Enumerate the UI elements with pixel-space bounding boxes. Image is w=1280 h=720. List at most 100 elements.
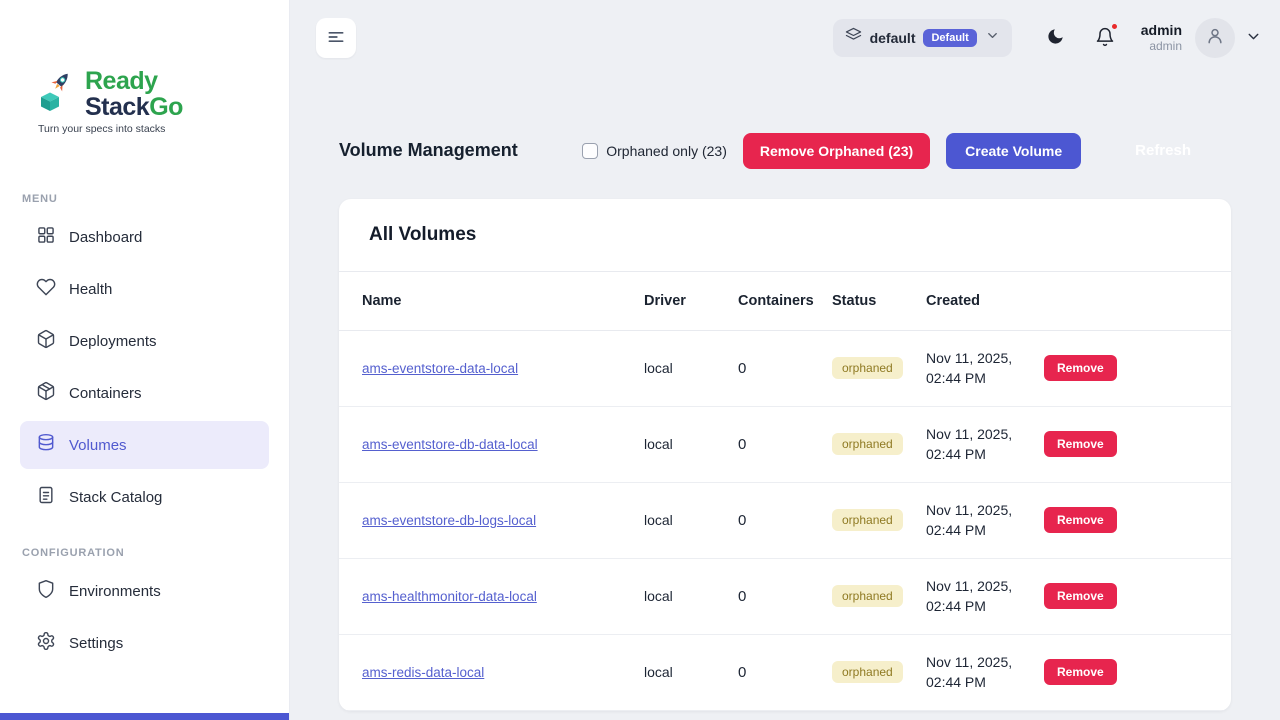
remove-button[interactable]: Remove — [1044, 507, 1117, 533]
remove-button[interactable]: Remove — [1044, 431, 1117, 457]
created-cell: Nov 11, 2025, 02:44 PM — [926, 482, 1044, 558]
menu-section-label: MENU — [0, 193, 289, 205]
driver-cell: local — [644, 634, 738, 710]
main-area: default Default — [290, 0, 1280, 720]
page-title: Volume Management — [339, 140, 518, 161]
sidebar-menu: Dashboard Health Deployments Containers … — [0, 213, 289, 521]
created-time: 02:44 PM — [926, 368, 1044, 388]
volumes-table: Name Driver Containers Status Created am… — [339, 272, 1231, 711]
avatar[interactable] — [1195, 18, 1235, 58]
volume-name-link[interactable]: ams-eventstore-db-data-local — [362, 437, 538, 452]
shield-icon — [36, 579, 56, 603]
volume-name-link[interactable]: ams-eventstore-db-logs-local — [362, 513, 536, 528]
orphaned-only-checkbox[interactable] — [582, 143, 598, 159]
sidebar-item-stack-catalog[interactable]: Stack Catalog — [20, 473, 269, 521]
page-content: Volume Management Orphaned only (23) Rem… — [290, 76, 1280, 720]
orphaned-only-text: Orphaned only (23) — [606, 143, 727, 159]
remove-button[interactable]: Remove — [1044, 659, 1117, 685]
containers-cell: 0 — [738, 482, 832, 558]
sidebar-item-volumes[interactable]: Volumes — [20, 421, 269, 469]
catalog-icon — [36, 485, 56, 509]
driver-cell: local — [644, 406, 738, 482]
remove-orphaned-button[interactable]: Remove Orphaned (23) — [743, 133, 930, 169]
created-date: Nov 11, 2025, — [926, 500, 1044, 520]
remove-button[interactable]: Remove — [1044, 583, 1117, 609]
table-row: ams-eventstore-db-logs-local local 0 orp… — [339, 482, 1231, 558]
sidebar-item-label: Environments — [69, 583, 161, 600]
created-time: 02:44 PM — [926, 520, 1044, 540]
sidebar-item-health[interactable]: Health — [20, 265, 269, 313]
sidebar-item-label: Volumes — [69, 437, 127, 454]
created-cell: Nov 11, 2025, 02:44 PM — [926, 558, 1044, 634]
volume-name-link[interactable]: ams-redis-data-local — [362, 665, 484, 680]
orphaned-only-checkbox-label: Orphaned only (23) — [582, 143, 727, 159]
column-header-name: Name — [339, 272, 644, 330]
sidebar-item-label: Dashboard — [69, 229, 142, 246]
chevron-down-icon — [985, 28, 1000, 48]
user-name: admin — [1141, 21, 1182, 39]
created-date: Nov 11, 2025, — [926, 652, 1044, 672]
containers-cell: 0 — [738, 634, 832, 710]
sidebar-item-deployments[interactable]: Deployments — [20, 317, 269, 365]
status-badge: orphaned — [832, 585, 903, 607]
status-badge: orphaned — [832, 357, 903, 379]
containers-cell: 0 — [738, 558, 832, 634]
refresh-button[interactable]: Refresh — [1131, 132, 1195, 169]
user-menu-chevron[interactable] — [1245, 28, 1262, 48]
volume-name-link[interactable]: ams-eventstore-data-local — [362, 361, 518, 376]
table-row: ams-redis-data-local local 0 orphaned No… — [339, 634, 1231, 710]
brand-name-stack: Stack — [85, 93, 149, 121]
sidebar-item-label: Stack Catalog — [69, 489, 162, 506]
created-date: Nov 11, 2025, — [926, 424, 1044, 444]
dark-mode-toggle[interactable] — [1046, 27, 1065, 49]
notification-dot — [1110, 22, 1119, 31]
moon-icon — [1046, 27, 1065, 49]
sidebar-item-dashboard[interactable]: Dashboard — [20, 213, 269, 261]
sidebar: Ready StackGo Turn your specs into stack… — [0, 0, 290, 720]
sidebar-item-label: Deployments — [69, 333, 157, 350]
created-time: 02:44 PM — [926, 444, 1044, 464]
gear-icon — [36, 631, 56, 655]
sidebar-item-settings[interactable]: Settings — [20, 619, 269, 667]
box-icon — [36, 381, 56, 405]
sidebar-item-label: Health — [69, 281, 112, 298]
remove-button[interactable]: Remove — [1044, 355, 1117, 381]
page-header: Volume Management Orphaned only (23) Rem… — [339, 132, 1231, 169]
heart-icon — [36, 277, 56, 301]
app-root: Ready StackGo Turn your specs into stack… — [0, 0, 1280, 720]
volumes-table-body: ams-eventstore-data-local local 0 orphan… — [339, 330, 1231, 710]
create-volume-button[interactable]: Create Volume — [946, 133, 1081, 169]
header-controls: Orphaned only (23) Remove Orphaned (23) … — [582, 132, 1231, 169]
created-cell: Nov 11, 2025, 02:44 PM — [926, 634, 1044, 710]
environment-selector[interactable]: default Default — [833, 19, 1012, 57]
driver-cell: local — [644, 558, 738, 634]
sidebar-footer-bar — [0, 713, 289, 720]
environment-name: default — [870, 30, 916, 46]
layers-icon — [845, 27, 862, 49]
brand-logo: Ready StackGo — [0, 68, 289, 120]
brand-name: Ready StackGo — [85, 68, 183, 120]
column-header-status: Status — [832, 272, 926, 330]
table-row: ams-eventstore-db-data-local local 0 orp… — [339, 406, 1231, 482]
sidebar-item-containers[interactable]: Containers — [20, 369, 269, 417]
created-time: 02:44 PM — [926, 672, 1044, 692]
driver-cell: local — [644, 330, 738, 406]
card-title: All Volumes — [339, 199, 1231, 272]
volume-name-link[interactable]: ams-healthmonitor-data-local — [362, 589, 537, 604]
topbar-right: default Default — [833, 18, 1262, 58]
sidebar-item-environments[interactable]: Environments — [20, 567, 269, 615]
column-header-driver: Driver — [644, 272, 738, 330]
created-date: Nov 11, 2025, — [926, 576, 1044, 596]
status-badge: orphaned — [832, 661, 903, 683]
sidebar-item-label: Settings — [69, 635, 123, 652]
notifications-button[interactable] — [1095, 27, 1115, 50]
brand-name-ready: Ready — [85, 67, 158, 95]
created-cell: Nov 11, 2025, 02:44 PM — [926, 406, 1044, 482]
sidebar-item-label: Containers — [69, 385, 142, 402]
status-badge: orphaned — [832, 509, 903, 531]
hamburger-menu-button[interactable] — [316, 18, 356, 58]
topbar: default Default — [290, 0, 1280, 76]
hamburger-icon — [326, 27, 346, 50]
containers-cell: 0 — [738, 330, 832, 406]
created-date: Nov 11, 2025, — [926, 348, 1044, 368]
